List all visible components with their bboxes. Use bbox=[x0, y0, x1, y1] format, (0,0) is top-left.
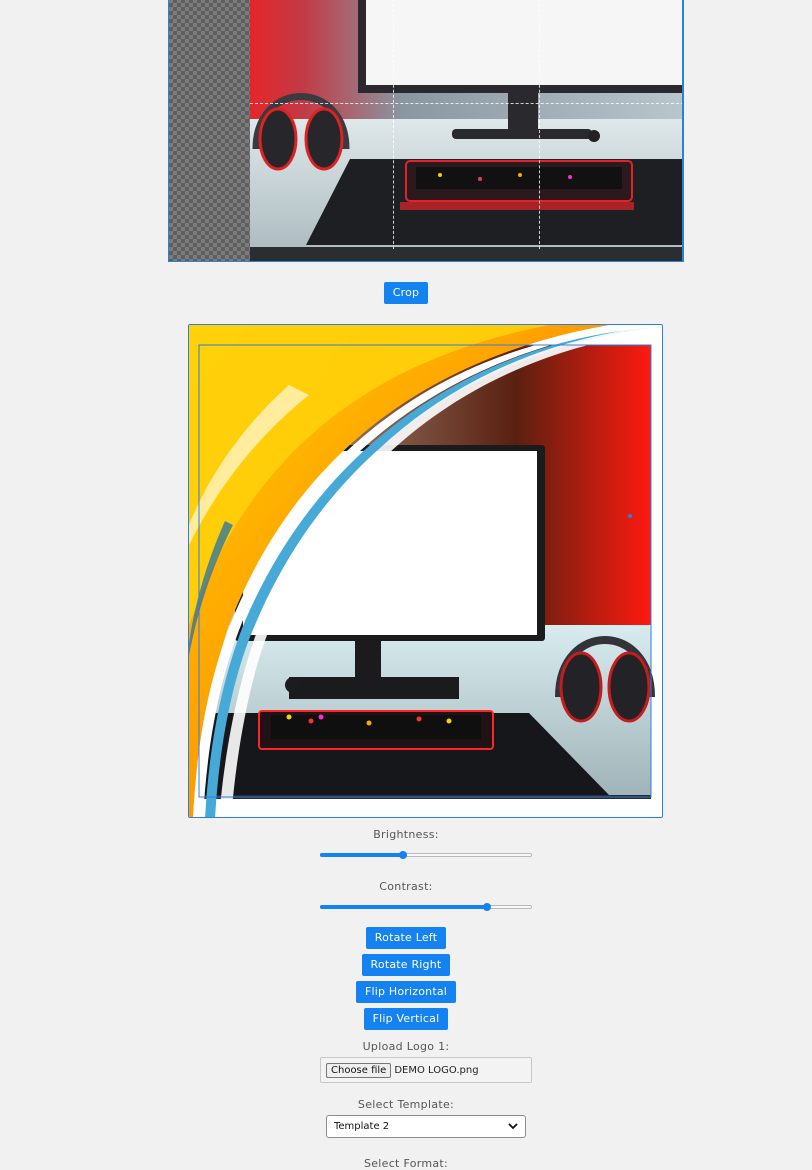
flip-horizontal-button[interactable]: Flip Horizontal bbox=[355, 981, 457, 1003]
brightness-slider[interactable] bbox=[320, 848, 532, 862]
contrast-slider-thumb[interactable] bbox=[483, 903, 491, 911]
preview-image bbox=[189, 325, 662, 817]
brightness-slider-fill bbox=[320, 853, 403, 857]
crop-frame-edge[interactable] bbox=[682, 0, 683, 261]
image-cropper[interactable] bbox=[168, 0, 684, 262]
transparency-background bbox=[169, 0, 250, 261]
rotate-right-button[interactable]: Rotate Right bbox=[361, 954, 451, 976]
choose-file-button[interactable]: Choose file bbox=[326, 1062, 392, 1078]
selected-file-name: DEMO LOGO.png bbox=[394, 1064, 479, 1076]
upload-logo-label: Upload Logo 1: bbox=[362, 1040, 450, 1053]
flip-vertical-button[interactable]: Flip Vertical bbox=[363, 1008, 449, 1030]
select-format-label: Select Format: bbox=[363, 1157, 449, 1170]
crop-guide-vertical bbox=[393, 0, 394, 249]
template-select[interactable]: Template 2 bbox=[326, 1115, 526, 1138]
brightness-label: Brightness: bbox=[373, 828, 439, 841]
template-preview bbox=[188, 324, 663, 818]
crop-guide-vertical bbox=[539, 0, 540, 249]
brightness-slider-thumb[interactable] bbox=[399, 851, 407, 859]
chevron-down-icon bbox=[508, 1123, 518, 1130]
select-template-label: Select Template: bbox=[357, 1098, 455, 1111]
crop-source-image[interactable] bbox=[250, 0, 684, 262]
contrast-slider-fill bbox=[320, 905, 487, 909]
contrast-slider[interactable] bbox=[320, 900, 532, 914]
contrast-label: Contrast: bbox=[379, 880, 433, 893]
rotate-left-button[interactable]: Rotate Left bbox=[365, 927, 447, 949]
template-select-value: Template 2 bbox=[334, 1121, 390, 1132]
crop-button[interactable]: Crop bbox=[383, 282, 429, 304]
crop-guide-horizontal bbox=[250, 103, 683, 104]
logo-file-input[interactable]: Choose file DEMO LOGO.png bbox=[320, 1057, 532, 1083]
